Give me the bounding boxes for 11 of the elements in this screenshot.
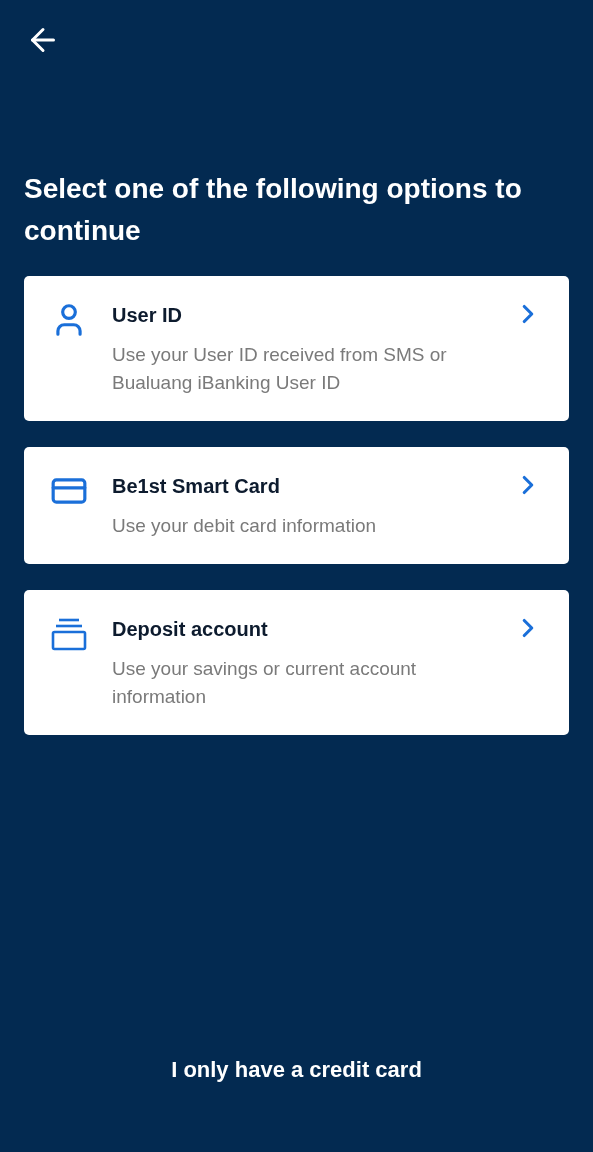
credit-card-link[interactable]: I only have a credit card	[171, 1053, 422, 1086]
option-description: Use your User ID received from SMS or Bualuang iBanking User ID	[112, 343, 448, 395]
option-title: Be1st Smart Card	[112, 474, 281, 499]
option-description: Use your savings or current account information	[112, 657, 418, 709]
option-card[interactable]: Deposit account Use your savings or current account information	[24, 590, 569, 735]
option-title: Deposit account	[112, 617, 269, 642]
page-title: Select one of the following options to continue	[24, 172, 523, 248]
option-description: Use your debit card information	[112, 514, 377, 538]
option-card[interactable]: User ID Use your User ID received from SMS or Bualuang iBanking User ID	[24, 276, 569, 421]
option-card[interactable]: Be1st Smart Card Use your debit card information	[24, 447, 569, 564]
option-title: User ID	[112, 303, 184, 328]
